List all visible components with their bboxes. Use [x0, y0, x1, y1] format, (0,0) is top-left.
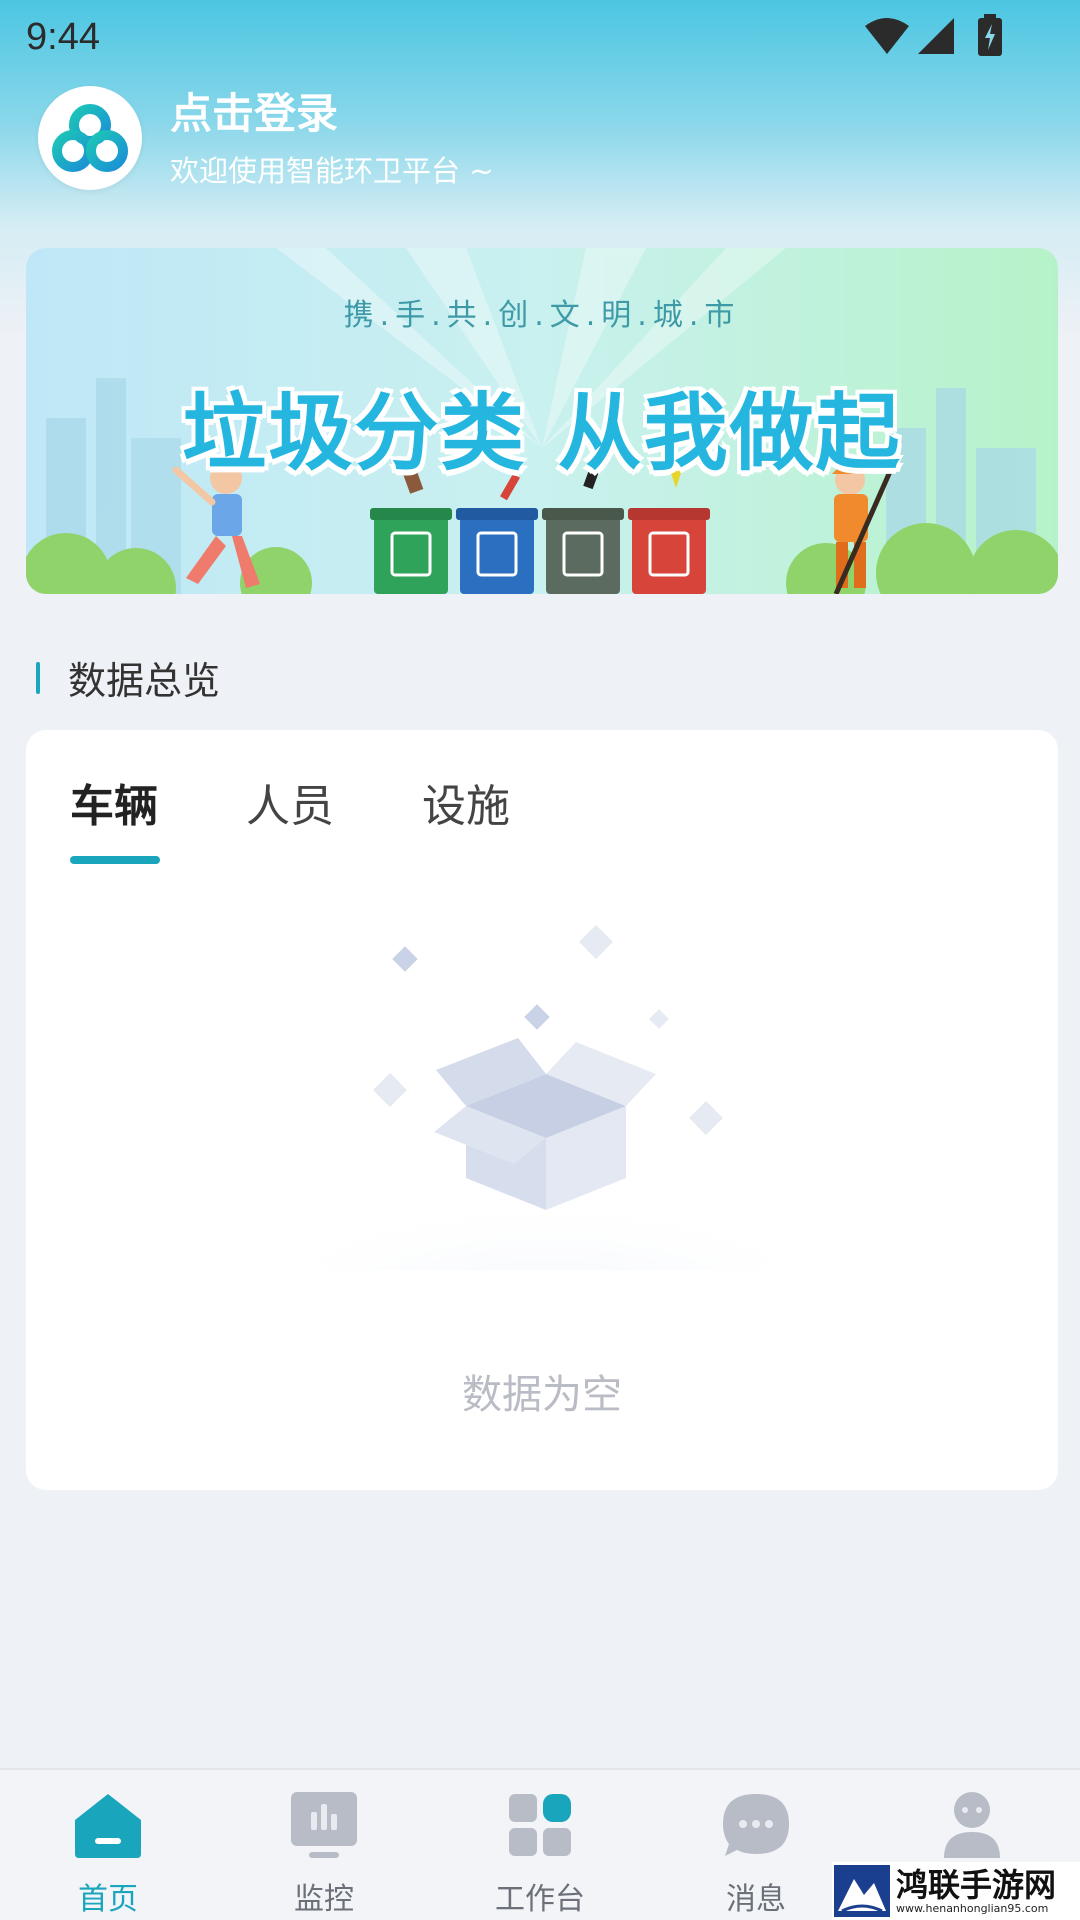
banner-title: 垃圾分类 从我做起 — [182, 384, 902, 482]
welcome-text: 欢迎使用智能环卫平台 ~ — [170, 154, 494, 188]
watermark-url: www.henanhonglian95.com — [896, 1901, 1049, 1915]
status-time: 9:44 — [26, 16, 100, 58]
section-header: 数据总览 — [36, 650, 220, 705]
promo-banner[interactable]: 携.手.共.创.文.明.城.市 垃圾分类 从我做起 — [26, 248, 1058, 594]
avatar[interactable] — [38, 86, 142, 190]
tabbar-label-messages: 消息 — [726, 1882, 786, 1917]
tabbar-label-home: 首页 — [78, 1882, 138, 1917]
tab-vehicles[interactable]: 车辆 — [70, 770, 160, 864]
app-logo-icon — [52, 104, 128, 172]
tab-personnel-label: 人员 — [246, 781, 334, 832]
watermark: 鸿联手游网 www.henanhonglian95.com — [832, 1862, 1080, 1920]
login-profile[interactable]: 点击登录 欢迎使用智能环卫平台 ~ — [38, 86, 494, 190]
watermark-logo-icon — [834, 1865, 890, 1917]
tab-vehicles-label: 车辆 — [70, 781, 158, 832]
tabbar-label-monitor: 监控 — [294, 1882, 354, 1917]
empty-state-text: 数据为空 — [462, 1372, 622, 1418]
tabbar-label-workbench: 工作台 — [495, 1882, 585, 1917]
tab-facilities-label: 设施 — [422, 781, 510, 832]
monitor-icon — [289, 1790, 359, 1860]
workbench-icon — [505, 1790, 575, 1860]
active-tab-indicator — [70, 856, 160, 864]
empty-box-illustration — [306, 925, 786, 1270]
banner-subtitle: 携.手.共.创.文.明.城.市 — [343, 298, 741, 333]
overview-tabs: 车辆 人员 设施 — [70, 770, 598, 864]
tab-facilities[interactable]: 设施 — [422, 770, 510, 834]
status-bar: 9:44 — [0, 0, 1080, 75]
tabbar-item-home[interactable]: 首页 — [0, 1770, 216, 1920]
status-icons — [864, 14, 1004, 58]
cellular-signal-icon — [918, 18, 954, 54]
profile-icon — [937, 1790, 1007, 1860]
watermark-title: 鸿联手游网 — [896, 1865, 1057, 1904]
login-title[interactable]: 点击登录 — [170, 86, 494, 142]
tabbar-item-workbench[interactable]: 工作台 — [432, 1770, 648, 1920]
message-icon — [721, 1790, 791, 1860]
battery-icon — [978, 14, 1002, 56]
wifi-icon — [865, 18, 909, 54]
section-title: 数据总览 — [68, 659, 221, 703]
data-overview-card: 车辆 人员 设施 数据为空 — [26, 730, 1058, 1490]
section-accent-bar — [36, 661, 40, 694]
tabbar-item-monitor[interactable]: 监控 — [216, 1770, 432, 1920]
home-icon — [73, 1790, 143, 1860]
tab-personnel[interactable]: 人员 — [246, 770, 334, 834]
